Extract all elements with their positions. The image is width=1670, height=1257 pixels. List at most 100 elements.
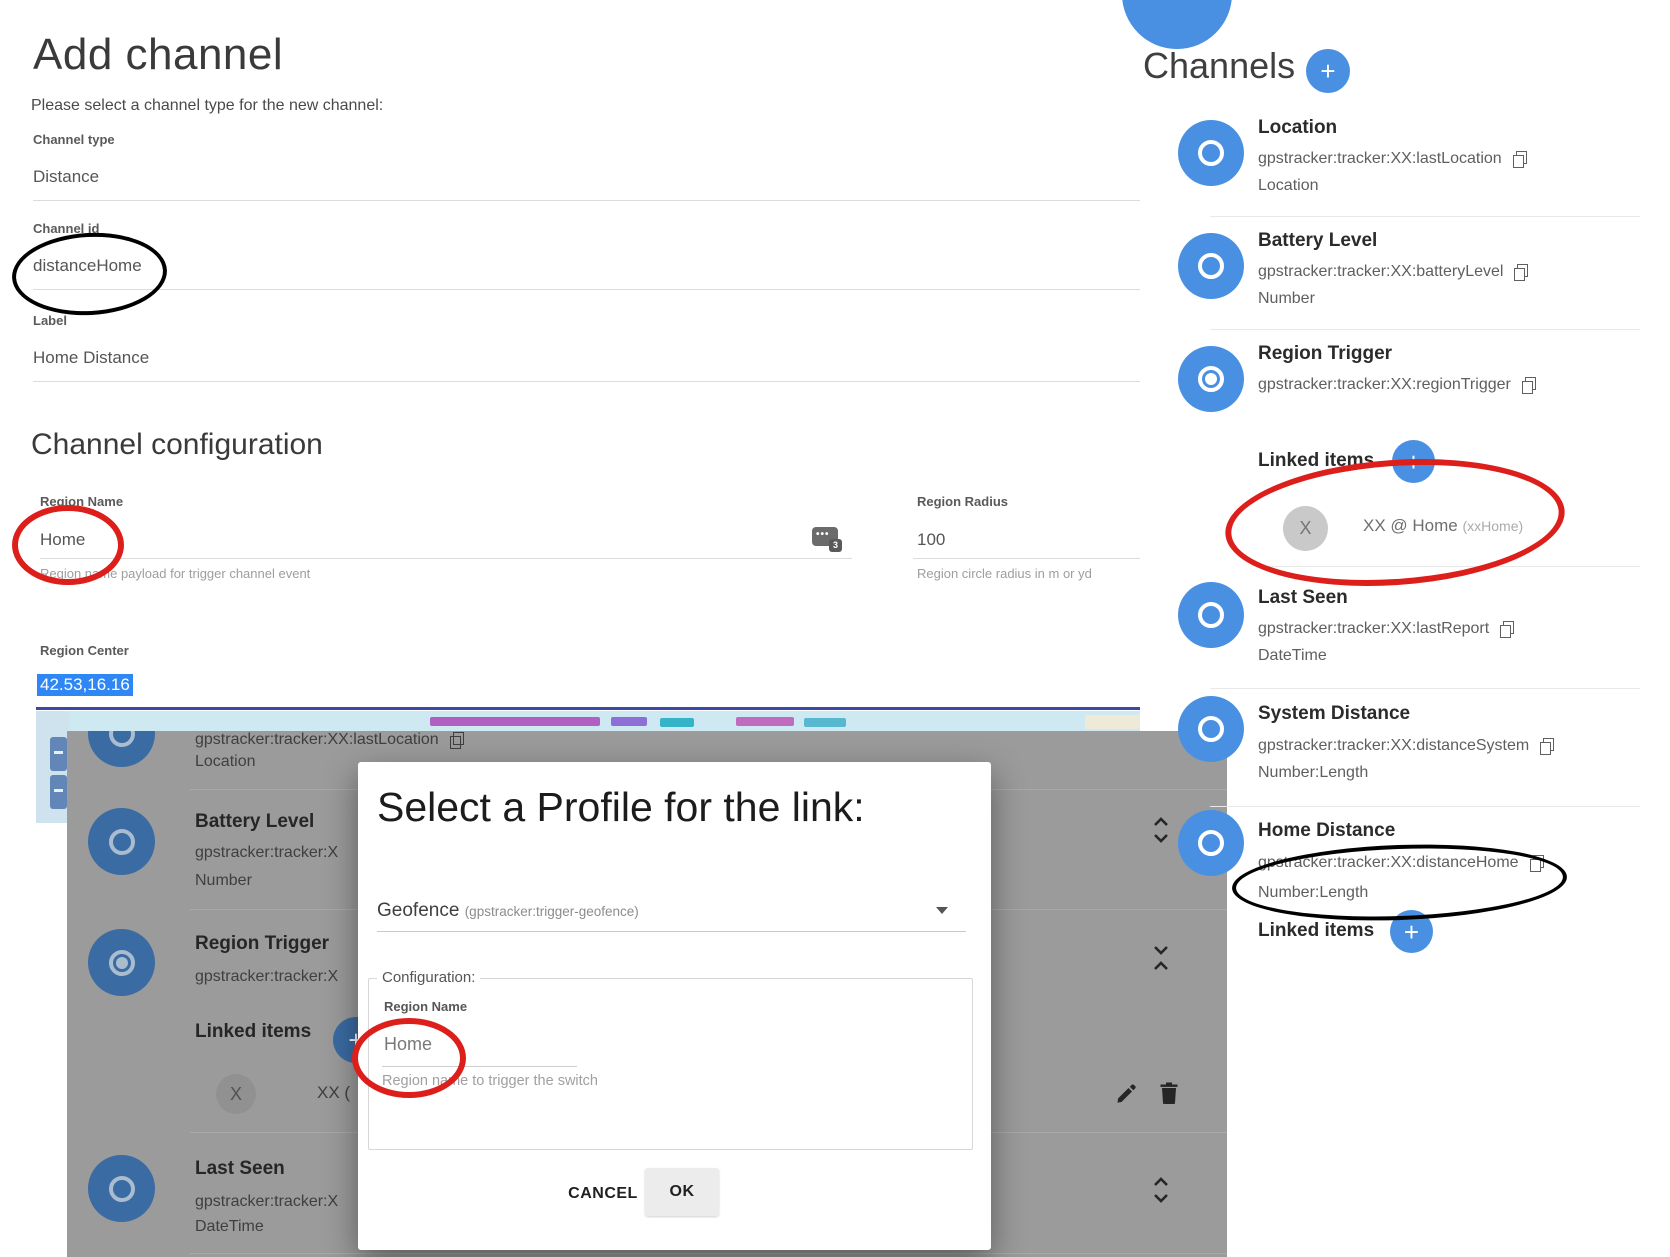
map-zoom-out-button bbox=[50, 775, 67, 809]
ring-icon bbox=[1198, 716, 1224, 742]
configuration-legend: Configuration: bbox=[377, 969, 480, 986]
page: Add channel Please select a channel type… bbox=[0, 0, 1670, 1257]
channel-state-icon bbox=[88, 1155, 155, 1222]
dialog-region-name-label: Region Name bbox=[384, 999, 467, 1014]
channel-uid: gpstracker:tracker:XX:lastReport bbox=[1258, 620, 1514, 638]
channel-uid-text: gpstracker:tracker:XX:distanceHome bbox=[1258, 854, 1519, 872]
label-input[interactable]: Home Distance bbox=[33, 348, 149, 368]
divider bbox=[1210, 806, 1640, 807]
form-subtitle: Please select a channel type for the new… bbox=[31, 97, 383, 115]
keyboard-dots: ••• bbox=[816, 532, 830, 538]
channel-uid: gpstracker:tracker:XX:batteryLevel bbox=[1258, 263, 1528, 281]
channel-uid-text: gpstracker:tracker:XX:lastLocation bbox=[1258, 150, 1502, 168]
ok-button[interactable]: OK bbox=[645, 1168, 719, 1216]
channel-uid-cut: gpstracker:tracker:X bbox=[195, 844, 338, 862]
channel-title: Last Seen bbox=[195, 1158, 285, 1180]
channel-type: Number:Length bbox=[1258, 764, 1368, 782]
linked-items-header: Linked items bbox=[1258, 920, 1374, 942]
item-avatar: X bbox=[216, 1074, 256, 1114]
partial-avatar bbox=[1122, 0, 1232, 49]
channel-state-icon bbox=[1178, 120, 1244, 186]
region-center-label: Region Center bbox=[40, 643, 129, 658]
region-name-input[interactable]: Home bbox=[40, 530, 85, 550]
channel-id-label: Channel id bbox=[33, 221, 99, 236]
channel-type: Number:Length bbox=[1258, 884, 1368, 902]
ring-dot-icon bbox=[109, 950, 135, 976]
label-underline bbox=[33, 381, 1140, 382]
channel-title: Location bbox=[1258, 117, 1337, 139]
channel-type: Location bbox=[195, 753, 256, 771]
divider bbox=[1258, 566, 1640, 567]
channel-type: DateTime bbox=[1258, 647, 1327, 665]
channel-title: Battery Level bbox=[195, 811, 314, 833]
region-center-input[interactable]: 42.53,16.16 bbox=[37, 674, 133, 696]
channel-state-icon bbox=[1178, 810, 1244, 876]
channel-state-icon bbox=[1178, 233, 1244, 299]
add-link-button[interactable]: + bbox=[1392, 440, 1435, 483]
copy-icon bbox=[450, 732, 464, 749]
channel-uid: gpstracker:tracker:XX:lastLocation bbox=[195, 731, 464, 749]
ring-icon bbox=[1198, 602, 1224, 628]
linked-item-suffix: (xxHome) bbox=[1462, 518, 1523, 534]
map-strip bbox=[36, 711, 1140, 731]
copy-icon[interactable] bbox=[1522, 377, 1536, 394]
cancel-button[interactable]: CANCEL bbox=[553, 1172, 653, 1216]
divider bbox=[1210, 216, 1640, 217]
channel-uid-text: gpstracker:tracker:XX:lastReport bbox=[1258, 620, 1489, 638]
channel-uid-text: gpstracker:tracker:XX:batteryLevel bbox=[1258, 263, 1503, 281]
ring-dot-icon bbox=[1198, 366, 1224, 392]
unfold-more-icon bbox=[1150, 1176, 1172, 1204]
dropdown-caret-icon[interactable] bbox=[936, 907, 948, 914]
ring-icon bbox=[1198, 140, 1224, 166]
channel-type-select[interactable]: Distance bbox=[33, 167, 99, 187]
keyboard-icon[interactable]: ••• 3 bbox=[812, 527, 838, 546]
keyboard-badge: 3 bbox=[829, 539, 842, 552]
region-name-label: Region Name bbox=[40, 494, 123, 509]
channel-state-icon bbox=[88, 731, 155, 767]
channel-uid-cut: gpstracker:tracker:X bbox=[195, 1193, 338, 1211]
channel-title: Home Distance bbox=[1258, 820, 1395, 842]
region-name-underline bbox=[40, 558, 852, 559]
profile-dialog: Select a Profile for the link: Geofence … bbox=[358, 762, 991, 1250]
dialog-title: Select a Profile for the link: bbox=[377, 784, 977, 831]
copy-icon[interactable] bbox=[1530, 855, 1544, 872]
channel-uid-text: gpstracker:tracker:XX:lastLocation bbox=[195, 731, 439, 749]
divider bbox=[190, 1253, 1227, 1254]
ring-icon bbox=[109, 731, 135, 747]
channel-title: Battery Level bbox=[1258, 230, 1377, 252]
profile-select-value: Geofence bbox=[377, 900, 459, 921]
divider bbox=[1210, 688, 1640, 689]
channel-id-input[interactable]: distanceHome bbox=[33, 256, 142, 276]
profile-select[interactable]: Geofence (gpstracker:trigger-geofence) bbox=[377, 900, 639, 922]
edit-icon bbox=[1115, 1083, 1137, 1105]
copy-icon[interactable] bbox=[1500, 621, 1514, 638]
unfold-more-icon bbox=[1150, 816, 1172, 844]
item-avatar: X bbox=[1283, 506, 1328, 551]
region-radius-label: Region Radius bbox=[917, 494, 1008, 509]
channel-type-label: Channel type bbox=[33, 132, 115, 147]
region-name-helper: Region name payload for trigger channel … bbox=[40, 566, 310, 581]
page-title: Add channel bbox=[33, 30, 283, 80]
channel-configuration-title: Channel configuration bbox=[31, 428, 323, 462]
ring-icon bbox=[1198, 253, 1224, 279]
linked-items-header: Linked items bbox=[195, 1021, 311, 1043]
dialog-region-name-helper: Region name to trigger the switch bbox=[382, 1073, 598, 1089]
dialog-region-name-underline bbox=[382, 1066, 577, 1067]
region-radius-input[interactable]: 100 bbox=[917, 530, 945, 550]
add-channel-button[interactable]: + bbox=[1306, 49, 1350, 93]
region-radius-underline bbox=[913, 558, 1140, 559]
linked-item-name: XX @ Home bbox=[1363, 516, 1458, 535]
ring-icon bbox=[109, 829, 135, 855]
add-link-button[interactable]: + bbox=[1390, 910, 1433, 953]
linked-item[interactable]: XX @ Home (xxHome) bbox=[1363, 516, 1523, 536]
profile-select-uid: (gpstracker:trigger-geofence) bbox=[465, 904, 639, 919]
profile-select-underline bbox=[377, 931, 966, 932]
channel-type-underline bbox=[33, 200, 1140, 201]
map-zoom-in-button bbox=[50, 737, 67, 771]
copy-icon[interactable] bbox=[1514, 264, 1528, 281]
channel-uid: gpstracker:tracker:XX:regionTrigger bbox=[1258, 376, 1536, 394]
copy-icon[interactable] bbox=[1513, 151, 1527, 168]
channel-uid-text: gpstracker:tracker:XX:regionTrigger bbox=[1258, 376, 1511, 394]
copy-icon[interactable] bbox=[1540, 738, 1554, 755]
dialog-region-name-input[interactable]: Home bbox=[384, 1034, 432, 1055]
